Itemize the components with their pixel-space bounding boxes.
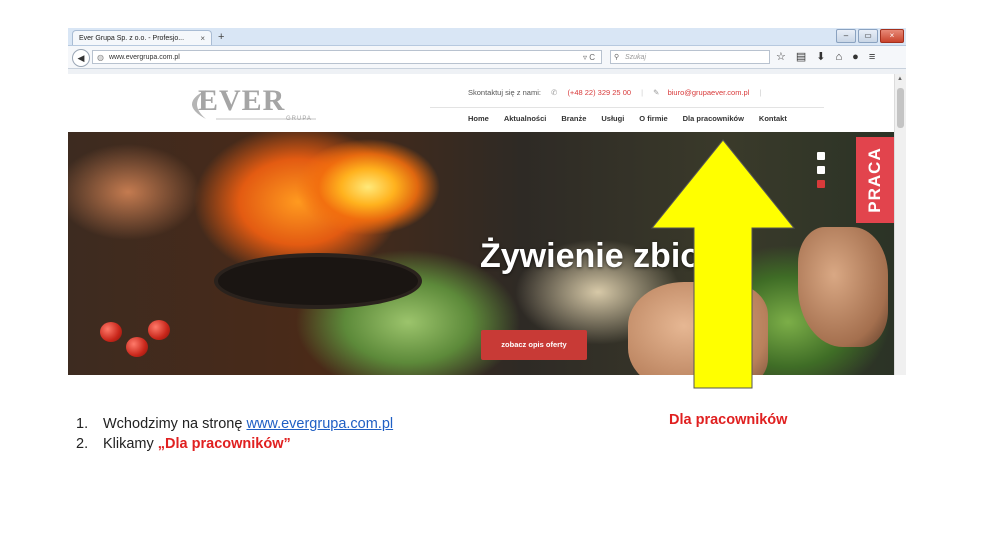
step-text: Klikamy: [103, 436, 158, 452]
slider-dots: [817, 152, 825, 188]
nav-item-kontakt[interactable]: Kontakt: [759, 114, 787, 123]
download-icon[interactable]: ⬇: [816, 49, 825, 65]
instruction-list: 1. Wchodzimy na stronę www.evergrupa.com…: [76, 414, 393, 454]
browser-tab[interactable]: Ever Grupa Sp. z o.o. - Profesjo... ×: [72, 30, 212, 45]
tomato-image: [100, 322, 122, 342]
menu-icon[interactable]: ≡: [869, 49, 875, 65]
slider-dot[interactable]: [817, 152, 825, 160]
logo-subtitle: GRUPA: [286, 116, 312, 122]
annotation-caption: Dla pracowników: [669, 412, 788, 428]
nav-item-o-firmie[interactable]: O firmie: [639, 114, 667, 123]
window-controls: – ▭ ×: [836, 29, 904, 43]
email-link[interactable]: biuro@grupaever.com.pl: [668, 88, 750, 97]
search-icon: ⚲: [614, 54, 620, 61]
annotation-arrow-icon: [650, 139, 796, 389]
phone-icon: ✆: [551, 88, 558, 97]
nav-item-home[interactable]: Home: [468, 114, 489, 123]
toolbar-icons: ☆ ▤ ⬇ ⌂ ● ≡: [776, 49, 875, 65]
minimize-button[interactable]: –: [836, 29, 856, 43]
page-scrollbar[interactable]: ▲: [894, 74, 906, 375]
phone-number[interactable]: (+48 22) 329 25 00: [567, 88, 631, 97]
step-number: 1.: [76, 416, 89, 432]
pencil-icon: ✎: [653, 88, 660, 97]
new-tab-button[interactable]: +: [218, 30, 224, 44]
tomato-image: [148, 320, 170, 340]
address-bar[interactable]: ◍ www.evergrupa.com.pl ▿ C: [92, 50, 602, 64]
reload-icon[interactable]: ▿ C: [583, 51, 595, 65]
tab-title: Ever Grupa Sp. z o.o. - Profesjo...: [79, 35, 185, 42]
slider-dot-active[interactable]: [817, 180, 825, 188]
contact-label: Skontaktuj się z nami:: [468, 88, 541, 97]
frying-pan-image: [218, 257, 418, 305]
slider-dot[interactable]: [817, 166, 825, 174]
maximize-button[interactable]: ▭: [858, 29, 878, 43]
search-placeholder: Szukaj: [625, 54, 647, 61]
chef-hand-image: [798, 227, 888, 347]
tab-close-icon[interactable]: ×: [200, 31, 205, 45]
globe-icon: ◍: [97, 53, 104, 62]
contact-bar: Skontaktuj się z nami: ✆ (+48 22) 329 25…: [468, 88, 769, 97]
divider: |: [759, 88, 762, 97]
scrollbar-thumb[interactable]: [897, 88, 904, 128]
praca-side-tab[interactable]: PRACA: [856, 137, 894, 223]
chat-icon[interactable]: ●: [852, 49, 859, 65]
tab-bar: Ever Grupa Sp. z o.o. - Profesjo... × + …: [68, 28, 906, 46]
website-link[interactable]: www.evergrupa.com.pl: [246, 416, 393, 432]
site-header: EVER GRUPA Skontaktuj się z nami: ✆ (+48…: [68, 74, 894, 132]
divider: |: [641, 88, 644, 97]
instruction-step: 2. Klikamy „Dla pracowników”: [76, 434, 393, 454]
offer-button[interactable]: zobacz opis oferty: [481, 330, 587, 360]
back-button[interactable]: ◀: [72, 49, 90, 67]
browser-toolbar: ◀ ◍ www.evergrupa.com.pl ▿ C ⚲ Szukaj ☆ …: [68, 46, 906, 69]
nav-item-branze[interactable]: Branże: [561, 114, 586, 123]
url-text: www.evergrupa.com.pl: [109, 54, 180, 61]
close-window-button[interactable]: ×: [880, 29, 904, 43]
nav-item-uslugi[interactable]: Usługi: [601, 114, 624, 123]
back-arrow-icon: ◀: [77, 53, 85, 63]
search-input[interactable]: ⚲ Szukaj: [610, 50, 770, 64]
logo-text: EVER: [198, 84, 286, 117]
main-nav: Home Aktualności Branże Usługi O firmie …: [468, 114, 787, 123]
scroll-up-icon[interactable]: ▲: [897, 76, 903, 82]
step-number: 2.: [76, 436, 89, 452]
instruction-step: 1. Wchodzimy na stronę www.evergrupa.com…: [76, 414, 393, 434]
site-logo[interactable]: EVER GRUPA: [176, 82, 326, 122]
bookmark-star-icon[interactable]: ☆: [776, 49, 786, 65]
nav-item-dla-pracownikow[interactable]: Dla pracowników: [683, 114, 744, 123]
praca-label: PRACA: [865, 147, 884, 213]
menu-divider: [430, 107, 824, 108]
step-text: Wchodzimy na stronę: [103, 416, 247, 432]
home-icon[interactable]: ⌂: [836, 49, 843, 65]
nav-item-aktualnosci[interactable]: Aktualności: [504, 114, 547, 123]
tomato-image: [126, 337, 148, 357]
reading-list-icon[interactable]: ▤: [796, 49, 806, 65]
step-highlight: „Dla pracowników”: [157, 436, 291, 452]
